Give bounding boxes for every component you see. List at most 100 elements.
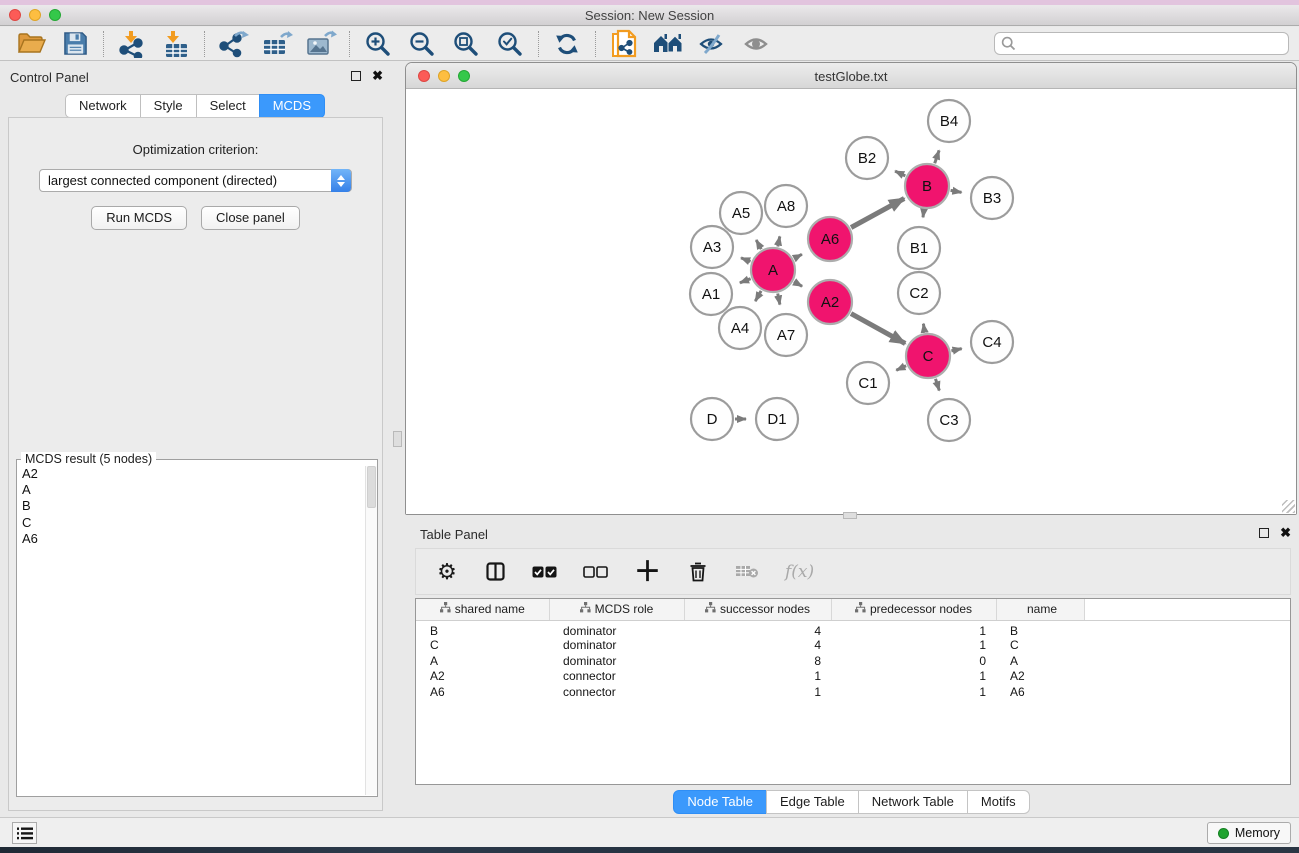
column-header-predecessor-nodes[interactable]: predecessor nodes <box>831 599 996 620</box>
search-field[interactable] <box>994 32 1289 55</box>
cell-shared-name[interactable]: B <box>416 620 549 638</box>
cell-MCDS-role[interactable]: connector <box>549 669 684 685</box>
result-scrollbar-thumb[interactable] <box>367 466 376 508</box>
node-C3[interactable]: C3 <box>928 399 970 441</box>
show-all-button[interactable] <box>739 29 773 59</box>
result-item-c[interactable]: C <box>18 515 364 531</box>
node-C2[interactable]: C2 <box>898 272 940 314</box>
zoom-fit-button[interactable] <box>449 29 483 59</box>
result-item-a[interactable]: A <box>18 482 364 498</box>
node-B4[interactable]: B4 <box>928 100 970 142</box>
cell-predecessor-nodes[interactable]: 1 <box>831 669 996 685</box>
search-input[interactable] <box>1016 34 1288 53</box>
zoom-out-button[interactable] <box>405 29 439 59</box>
edge-B-B2[interactable] <box>895 171 905 176</box>
node-C[interactable]: C <box>906 334 950 378</box>
node-C1[interactable]: C1 <box>847 362 889 404</box>
panel-splitter-handle[interactable] <box>393 431 402 447</box>
node-A5[interactable]: A5 <box>720 192 762 234</box>
import-network-button[interactable] <box>115 29 149 59</box>
table-row[interactable]: A6connector11A6 <box>416 684 1290 700</box>
memory-button[interactable]: Memory <box>1207 822 1291 844</box>
table-row[interactable]: Cdominator41C <box>416 638 1290 654</box>
node-A8[interactable]: A8 <box>765 185 807 227</box>
node-A4[interactable]: A4 <box>719 307 761 349</box>
network-canvas[interactable]: B4B2BB3B1A5A8A6A3AC2A1A2A4A7C4CC1DD1C3 <box>406 89 1296 514</box>
node-B2[interactable]: B2 <box>846 137 888 179</box>
export-image-button[interactable] <box>304 29 338 59</box>
select-all-button[interactable] <box>532 557 557 587</box>
cell-shared-name[interactable]: C <box>416 638 549 654</box>
edge-B-B1[interactable] <box>923 210 924 218</box>
delete-table-button[interactable] <box>735 557 759 587</box>
node-D1[interactable]: D1 <box>756 398 798 440</box>
cell-predecessor-nodes[interactable]: 0 <box>831 653 996 669</box>
cell-name[interactable]: B <box>996 620 1084 638</box>
edge-A-A6[interactable] <box>794 254 802 258</box>
node-A7[interactable]: A7 <box>765 314 807 356</box>
node-A[interactable]: A <box>751 248 795 292</box>
result-scrollbar[interactable] <box>365 466 377 795</box>
cell-shared-name[interactable]: A <box>416 653 549 669</box>
cell-successor-nodes[interactable]: 4 <box>684 638 831 654</box>
apply-layout-button[interactable] <box>550 29 584 59</box>
edge-A-A8[interactable] <box>778 236 780 246</box>
column-header-successor-nodes[interactable]: successor nodes <box>684 599 831 620</box>
edge-B-B4[interactable] <box>935 150 939 163</box>
table-settings-button[interactable]: ⚙ <box>436 557 458 587</box>
node-table[interactable]: shared nameMCDS rolesuccessor nodesprede… <box>415 598 1291 785</box>
cell-MCDS-role[interactable]: connector <box>549 684 684 700</box>
cell-name[interactable]: A2 <box>996 669 1084 685</box>
close-panel-icon[interactable]: ✖ <box>372 71 383 81</box>
cell-shared-name[interactable]: A2 <box>416 669 549 685</box>
tab-network-table[interactable]: Network Table <box>858 790 968 814</box>
column-header-MCDS-role[interactable]: MCDS role <box>549 599 684 620</box>
edge-B-B3[interactable] <box>951 190 962 192</box>
table-row[interactable]: Adominator80A <box>416 653 1290 669</box>
close-panel-button[interactable]: Close panel <box>201 206 300 230</box>
function-builder-button[interactable]: f(x) <box>785 557 814 587</box>
cell-MCDS-role[interactable]: dominator <box>549 620 684 638</box>
cell-predecessor-nodes[interactable]: 1 <box>831 620 996 638</box>
node-D[interactable]: D <box>691 398 733 440</box>
edge-C-C4[interactable] <box>951 349 961 351</box>
node-B1[interactable]: B1 <box>898 227 940 269</box>
delete-column-button[interactable] <box>687 557 709 587</box>
dropdown-stepper-icon[interactable] <box>331 169 351 192</box>
tab-edge-table[interactable]: Edge Table <box>766 790 859 814</box>
window-resize-grip[interactable] <box>1282 500 1295 513</box>
tab-select[interactable]: Select <box>196 94 260 118</box>
node-A2[interactable]: A2 <box>808 280 852 324</box>
tab-mcds[interactable]: MCDS <box>259 94 325 118</box>
edge-A-A3[interactable] <box>741 258 751 262</box>
cell-shared-name[interactable]: A6 <box>416 684 549 700</box>
zoom-selected-button[interactable] <box>493 29 527 59</box>
mcds-result-list[interactable]: A2ABCA6 <box>18 466 364 795</box>
export-network-button[interactable] <box>216 29 250 59</box>
column-header-name[interactable]: name <box>996 599 1084 620</box>
table-row[interactable]: Bdominator41B <box>416 620 1290 638</box>
deselect-all-button[interactable] <box>583 557 608 587</box>
cell-MCDS-role[interactable]: dominator <box>549 653 684 669</box>
show-columns-button[interactable] <box>484 557 506 587</box>
float-table-panel-icon[interactable] <box>1259 528 1269 538</box>
edge-C-C2[interactable] <box>923 324 924 333</box>
cell-predecessor-nodes[interactable]: 1 <box>831 684 996 700</box>
network-window-titlebar[interactable]: testGlobe.txt <box>406 63 1296 89</box>
cell-successor-nodes[interactable]: 4 <box>684 620 831 638</box>
column-header-shared-name[interactable]: shared name <box>416 599 549 620</box>
float-panel-icon[interactable] <box>351 71 361 81</box>
result-item-a2[interactable]: A2 <box>18 466 364 482</box>
open-session-button[interactable] <box>14 29 48 59</box>
create-column-button[interactable]: ＋ <box>634 557 661 587</box>
import-table-button[interactable] <box>159 29 193 59</box>
cell-successor-nodes[interactable]: 1 <box>684 684 831 700</box>
edge-A-A4[interactable] <box>755 291 761 301</box>
edge-C-C3[interactable] <box>936 379 940 391</box>
node-A1[interactable]: A1 <box>690 273 732 315</box>
edge-A-A7[interactable] <box>778 294 780 305</box>
close-table-panel-icon[interactable]: ✖ <box>1280 528 1291 538</box>
edge-A6-B[interactable] <box>851 199 904 228</box>
node-B[interactable]: B <box>905 164 949 208</box>
zoom-in-button[interactable] <box>361 29 395 59</box>
